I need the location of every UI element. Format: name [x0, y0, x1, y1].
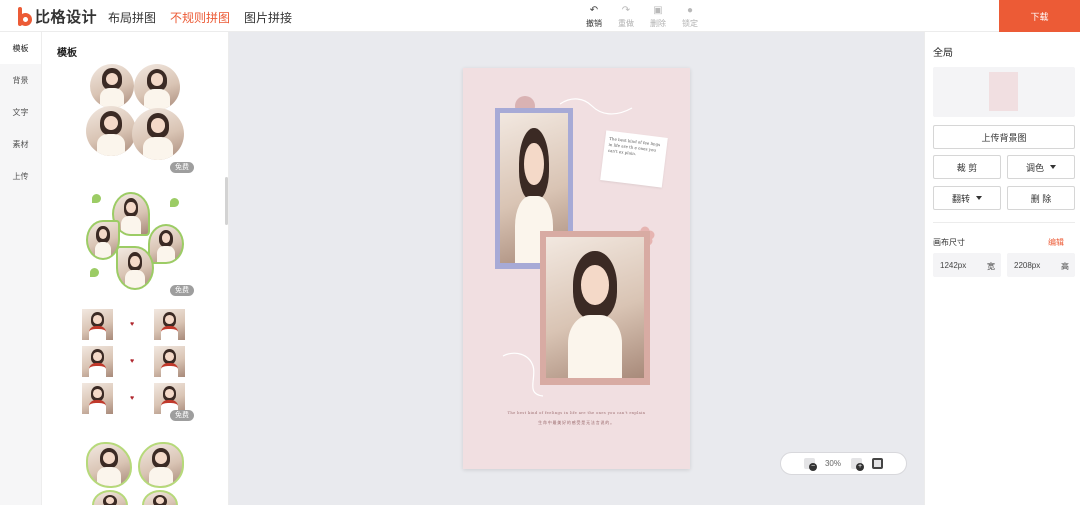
delete-tool-label: 删除	[650, 19, 666, 28]
squiggle-decoration	[502, 352, 544, 397]
artboard[interactable]: The best kind of fee lings in life are t…	[463, 68, 690, 469]
rail-item-text[interactable]: 文字	[0, 96, 41, 128]
mode-nav: 布局拼图 不规则拼图 图片拼接	[108, 9, 292, 26]
width-value: 1242px	[940, 261, 967, 270]
left-rail: 模板 背景 文字 素材 上传	[0, 32, 42, 505]
adjust-color-dropdown[interactable]: 调色	[1007, 155, 1075, 179]
rail-item-templates[interactable]: 模板	[0, 32, 41, 64]
rail-item-upload[interactable]: 上传	[0, 160, 41, 192]
minus-icon: −	[808, 463, 817, 471]
background-preview[interactable]	[933, 67, 1075, 117]
template-photo	[148, 224, 184, 264]
download-button[interactable]: 下载	[999, 0, 1080, 32]
zoom-out-button[interactable]: −	[803, 458, 817, 471]
fit-screen-button[interactable]	[872, 458, 883, 469]
template-card[interactable]: 免费	[82, 190, 194, 296]
nav-image-stitch[interactable]: 图片拼接	[244, 9, 292, 26]
template-photo	[134, 64, 180, 110]
edit-toolbar: ↶ 撤销 ↷ 重做 ▣ 删除 ● 锁定	[578, 5, 706, 29]
lock-button[interactable]: ● 锁定	[674, 5, 706, 29]
free-badge: 免费	[170, 410, 194, 421]
delete-tool-button[interactable]: ▣ 删除	[642, 5, 674, 29]
template-photo	[138, 442, 184, 488]
height-value: 2208px	[1014, 261, 1041, 270]
background-swatch	[989, 72, 1018, 111]
panel-scrollbar[interactable]	[225, 177, 228, 225]
clover-icon	[92, 194, 101, 203]
heart-icon: ♥	[130, 395, 135, 402]
template-photo	[86, 106, 136, 156]
template-photo	[92, 490, 128, 505]
delete-button[interactable]: 删 除	[1007, 186, 1075, 210]
flip-dropdown[interactable]: 翻转	[933, 186, 1001, 210]
logo-text: 比格设计	[35, 7, 98, 26]
clover-icon	[170, 198, 179, 207]
edit-size-link[interactable]: 编辑	[1048, 237, 1064, 248]
clover-icon	[90, 268, 99, 277]
flip-label: 翻转	[951, 193, 970, 204]
note-text: The best kind of fee lings in life are t…	[607, 135, 661, 157]
template-photo	[132, 108, 184, 160]
template-photo	[116, 246, 154, 290]
properties-panel: 全局 上传背景图 裁 剪 调色 翻转 删 除 画布尺寸 编辑 1242px 宽 …	[924, 32, 1080, 505]
adjust-color-label: 调色	[1025, 162, 1044, 173]
redo-label: 重做	[618, 19, 634, 28]
width-unit: 宽	[987, 262, 995, 271]
heart-icon: ♥	[130, 321, 135, 328]
divider	[933, 222, 1075, 223]
zoom-level: 30%	[824, 459, 841, 468]
crop-button[interactable]: 裁 剪	[933, 155, 1001, 179]
zoom-in-button[interactable]: +	[851, 458, 864, 471]
canvas-area: The best kind of fee lings in life are t…	[229, 32, 924, 505]
properties-title: 全局	[933, 48, 953, 59]
heart-icon: ♥	[130, 358, 135, 365]
lock-label: 锁定	[682, 19, 698, 28]
upload-background-button[interactable]: 上传背景图	[933, 125, 1075, 149]
undo-label: 撤销	[586, 19, 602, 28]
panel-title: 模板	[57, 48, 77, 59]
rail-item-background[interactable]: 背景	[0, 64, 41, 96]
rail-item-materials[interactable]: 素材	[0, 128, 41, 160]
lock-icon: ●	[686, 5, 694, 16]
caret-down-icon	[1050, 165, 1056, 169]
template-photo	[82, 309, 113, 340]
logo[interactable]: 比格设计	[18, 5, 97, 27]
quote-note-card[interactable]: The best kind of fee lings in life are t…	[600, 130, 668, 188]
canvas-photo-2[interactable]	[546, 237, 644, 378]
free-badge: 免费	[170, 285, 194, 296]
template-panel: 模板 免费 免费 ♥ ♥ ♥ 免费	[42, 32, 229, 505]
nav-layout-collage[interactable]: 布局拼图	[108, 9, 156, 26]
template-photo	[154, 346, 185, 377]
template-photo	[142, 490, 178, 505]
redo-button[interactable]: ↷ 重做	[610, 5, 642, 29]
template-photo	[154, 309, 185, 340]
caret-down-icon	[976, 196, 982, 200]
zoom-control: − 30% +	[780, 452, 907, 475]
undo-icon: ↶	[589, 5, 599, 16]
template-card[interactable]: ♥ ♥ ♥ 免费	[82, 309, 194, 421]
canvas-width-field[interactable]: 1242px 宽	[933, 253, 1001, 277]
free-badge: 免费	[170, 162, 194, 173]
logo-icon	[18, 6, 33, 26]
template-photo	[86, 220, 120, 260]
undo-button[interactable]: ↶ 撤销	[578, 5, 610, 29]
fit-icon	[874, 460, 881, 467]
template-card[interactable]	[82, 440, 194, 505]
height-unit: 高	[1061, 262, 1069, 271]
top-bar: 比格设计 布局拼图 不规则拼图 图片拼接 ↶ 撤销 ↷ 重做 ▣ 删除 ● 锁定…	[0, 0, 1080, 32]
template-photo	[86, 442, 132, 488]
redo-icon: ↷	[621, 5, 631, 16]
quote-english[interactable]: The best kind of feelings in life are th…	[463, 411, 690, 415]
canvas-height-field[interactable]: 2208px 高	[1007, 253, 1075, 277]
template-card[interactable]: 免费	[82, 64, 194, 173]
template-photo	[90, 64, 134, 108]
plus-icon: +	[856, 463, 864, 471]
trash-icon: ▣	[653, 5, 663, 16]
quote-chinese[interactable]: 生命中最美好的感受是无法言说的。	[463, 420, 690, 426]
template-photo	[82, 383, 113, 414]
template-photo	[82, 346, 113, 377]
canvas-size-label: 画布尺寸	[933, 238, 965, 247]
nav-irregular-collage[interactable]: 不规则拼图	[170, 9, 230, 26]
